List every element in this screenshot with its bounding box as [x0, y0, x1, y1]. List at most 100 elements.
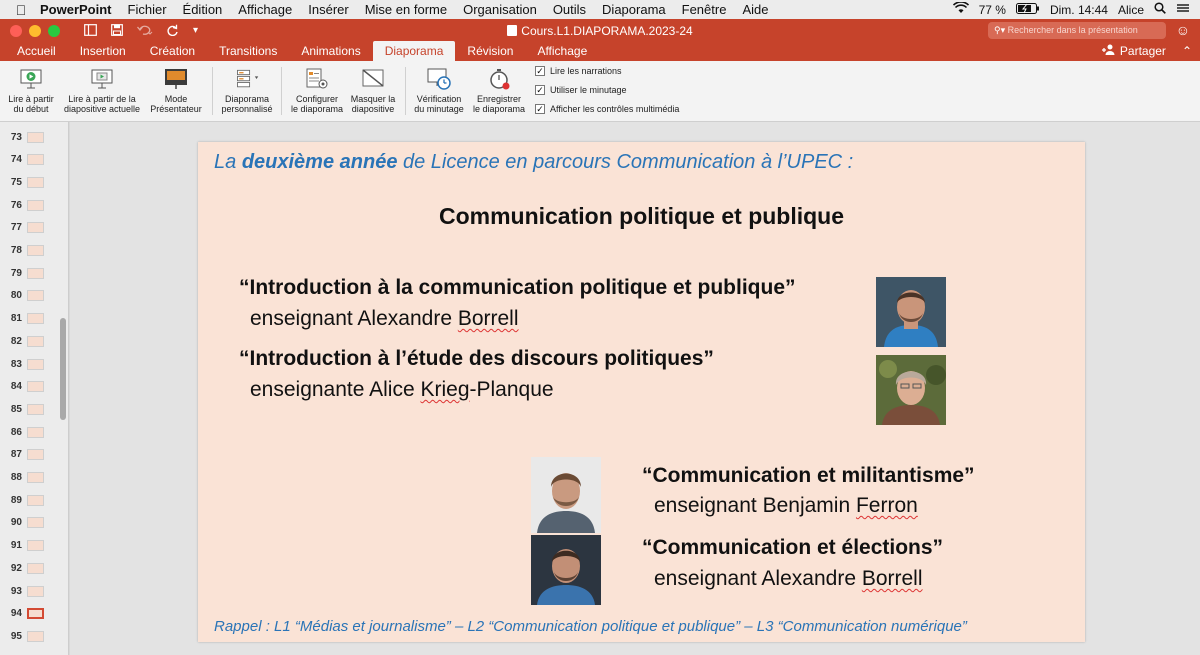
slide-thumbnail[interactable] [27, 358, 44, 370]
slide-thumbnail-selected[interactable] [27, 608, 44, 620]
play-narrations-checkbox[interactable]: ✓ Lire les narrations [535, 66, 622, 76]
hide-slide-button[interactable]: Masquer la diapositive [346, 67, 400, 114]
slide-thumbnail[interactable] [27, 199, 44, 211]
slide-thumbnail-row[interactable]: 74 [0, 149, 69, 171]
thumbnail-scrollbar[interactable] [60, 318, 66, 420]
slide-thumbnail-row[interactable]: 95 [0, 625, 69, 647]
slide-thumbnail-row[interactable]: 78 [0, 240, 69, 262]
slide-thumbnail[interactable] [27, 222, 44, 234]
menu-app-name[interactable]: PowerPoint [32, 2, 120, 17]
slide-thumbnail-row[interactable]: 84 [0, 376, 69, 398]
show-media-controls-checkbox[interactable]: ✓ Afficher les contrôles multimédia [535, 104, 679, 114]
slide-thumbnail[interactable] [27, 381, 44, 393]
play-from-start-button[interactable]: Lire à partir du début [4, 67, 58, 114]
slide-thumbnail[interactable] [27, 154, 44, 166]
slide-thumbnail-row[interactable]: 90 [0, 512, 69, 534]
clock[interactable]: Dim. 14:44 [1050, 3, 1108, 17]
slide-thumbnail-row[interactable]: 86 [0, 421, 69, 443]
slide-thumbnail[interactable] [27, 585, 44, 597]
menu-aide[interactable]: Aide [734, 2, 776, 17]
custom-slideshow-button[interactable]: Diaporama personnalisé [216, 67, 278, 114]
control-center-icon[interactable] [1176, 2, 1190, 17]
menu-fenetre[interactable]: Fenêtre [674, 2, 735, 17]
slide-thumbnail[interactable] [27, 449, 44, 461]
customize-toolbar-icon[interactable]: ▾ [193, 25, 198, 36]
slide-thumbnail-row[interactable]: 87 [0, 444, 69, 466]
slide-thumbnail-row[interactable]: 94 [0, 603, 69, 625]
tab-animations[interactable]: Animations [289, 44, 372, 61]
teacher-photo-ferron[interactable] [531, 457, 601, 533]
slide-thumbnail-row[interactable]: 93 [0, 580, 69, 602]
slide-thumbnail[interactable] [27, 245, 44, 256]
slide-thumbnail[interactable] [27, 313, 44, 325]
slide-thumbnail-row[interactable]: 80 [0, 285, 69, 307]
play-from-current-button[interactable]: Lire à partir de la diapositive actuelle [60, 67, 144, 114]
menu-diaporama[interactable]: Diaporama [594, 2, 674, 17]
slide-thumbnail[interactable] [27, 426, 44, 438]
slide-thumbnail[interactable] [27, 176, 44, 188]
redo-icon[interactable] [167, 23, 179, 39]
menu-affichage[interactable]: Affichage [230, 2, 300, 17]
menu-fichier[interactable]: Fichier [120, 2, 175, 17]
feedback-smiley-icon[interactable]: ☺ [1176, 22, 1190, 38]
user-name[interactable]: Alice [1118, 3, 1144, 17]
slide-thumbnail-row[interactable]: 79 [0, 262, 69, 284]
undo-icon[interactable] [137, 23, 153, 39]
minimize-window-icon[interactable] [29, 24, 41, 37]
tab-insertion[interactable]: Insertion [68, 44, 138, 61]
wifi-icon[interactable] [952, 1, 969, 17]
rehearse-timings-button[interactable]: Vérification du minutage [410, 67, 468, 114]
current-slide[interactable]: La deuxième année de Licence en parcours… [198, 142, 1085, 642]
slide-thumbnail-row[interactable]: 88 [0, 467, 69, 489]
save-icon[interactable] [111, 23, 123, 39]
slide-thumbnail-row[interactable]: 89 [0, 489, 69, 511]
slide-thumbnail-row[interactable]: 91 [0, 535, 69, 557]
record-slideshow-button[interactable]: Enregistrer le diaporama [468, 67, 530, 114]
menu-organisation[interactable]: Organisation [455, 2, 545, 17]
menu-outils[interactable]: Outils [545, 2, 594, 17]
slide-thumbnail-row[interactable]: 81 [0, 308, 69, 330]
teacher-photo-borrell[interactable] [876, 277, 946, 347]
slide-thumbnail[interactable] [27, 290, 44, 302]
slide-thumbnail-row[interactable]: 83 [0, 353, 69, 375]
battery-icon[interactable] [1015, 2, 1040, 17]
slide-thumbnail-row[interactable]: 82 [0, 330, 69, 352]
teacher-photo-krieg-planque[interactable] [876, 355, 946, 425]
close-window-icon[interactable] [10, 24, 22, 37]
slide-thumbnail[interactable] [27, 517, 44, 529]
presenter-mode-button[interactable]: Mode Présentateur [146, 67, 206, 114]
maximize-window-icon[interactable] [48, 24, 60, 37]
collapse-ribbon-icon[interactable]: ⌃ [1182, 44, 1200, 61]
slide-thumbnail[interactable] [27, 267, 44, 279]
slide-thumbnail[interactable] [27, 630, 44, 642]
tab-affichage[interactable]: Affichage [525, 44, 599, 61]
menu-edition[interactable]: Édition [175, 2, 231, 17]
tab-diaporama[interactable]: Diaporama [372, 41, 456, 61]
search-spotlight-icon[interactable] [1154, 2, 1166, 17]
share-button[interactable]: Partager [1101, 44, 1182, 61]
setup-slideshow-button[interactable]: Configurer le diaporama [286, 67, 348, 114]
use-timings-checkbox[interactable]: ✓ Utiliser le minutage [535, 85, 627, 95]
slide-thumbnail[interactable] [27, 562, 44, 574]
tab-accueil[interactable]: Accueil [5, 44, 68, 61]
tab-creation[interactable]: Création [138, 44, 207, 61]
slide-thumbnail-row[interactable]: 73 [0, 126, 69, 148]
slide-thumbnail[interactable] [27, 335, 44, 347]
slide-thumbnail-row[interactable]: 75 [0, 171, 69, 193]
slide-thumbnail[interactable] [27, 540, 44, 552]
menu-inserer[interactable]: Insérer [300, 2, 356, 17]
sidebar-toggle-icon[interactable] [84, 23, 97, 39]
slide-thumbnail[interactable] [27, 494, 44, 506]
tab-transitions[interactable]: Transitions [207, 44, 289, 61]
slide-thumbnail-row[interactable]: 85 [0, 398, 69, 420]
slide-thumbnail[interactable] [27, 403, 44, 415]
teacher-photo-borrell-2[interactable] [531, 535, 601, 605]
search-presentation-input[interactable]: ⚲▾ Rechercher dans la présentation [988, 22, 1166, 39]
slide-thumbnail[interactable] [27, 472, 44, 483]
slide-thumbnail[interactable] [27, 131, 44, 143]
slide-thumbnail-row[interactable]: 77 [0, 217, 69, 239]
slide-thumbnail-row[interactable]: 76 [0, 194, 69, 216]
menu-mise-en-forme[interactable]: Mise en forme [357, 2, 455, 17]
apple-icon[interactable]:  [10, 2, 32, 18]
tab-revision[interactable]: Révision [455, 44, 525, 61]
